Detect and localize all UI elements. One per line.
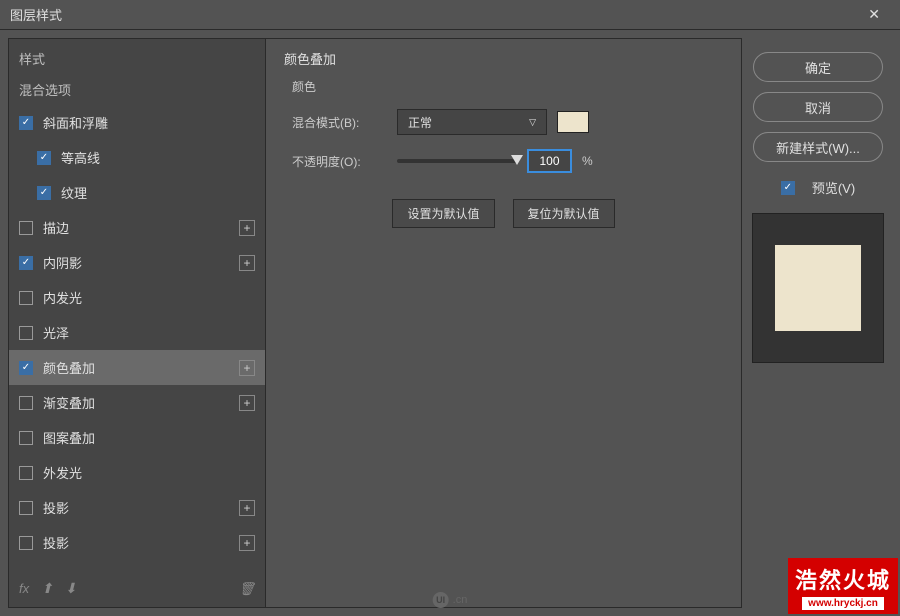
section-box: 颜色 混合模式(B): 正常 ▽ 不透明度(O): % 设置为默认值 复位为默认 <box>284 78 723 228</box>
styles-sidebar: 样式 混合选项 ✓ 斜面和浮雕 ✓ 等高线 ✓ 纹理描边 + ✓ 内阴影 + 内发光光泽 ✓ 颜色叠加 +… <box>8 38 266 608</box>
style-checkbox[interactable]: ✓ <box>37 151 51 165</box>
add-effect-icon[interactable]: + <box>239 360 255 376</box>
opacity-label: 不透明度(O): <box>292 153 387 170</box>
titlebar: 图层样式 ✕ <box>0 0 900 30</box>
style-item-label: 内阴影 <box>43 253 82 272</box>
watermark-title: 浩然火城 <box>795 563 891 595</box>
section-subtitle: 颜色 <box>292 78 715 95</box>
style-item[interactable]: ✓ 颜色叠加 + <box>9 350 265 385</box>
style-checkbox[interactable] <box>19 466 33 480</box>
style-item[interactable]: ✓ 等高线 <box>9 140 265 175</box>
style-item[interactable]: 图案叠加 <box>9 420 265 455</box>
style-item-label: 投影 <box>43 498 69 517</box>
add-effect-icon[interactable]: + <box>239 535 255 551</box>
style-item-label: 图案叠加 <box>43 428 95 447</box>
trash-icon[interactable]: 🗑 <box>238 581 255 597</box>
sidebar-heading-styles[interactable]: 样式 <box>9 39 265 74</box>
blend-mode-value: 正常 <box>408 114 432 131</box>
style-checkbox[interactable]: ✓ <box>19 256 33 270</box>
style-item[interactable]: 外发光 <box>9 455 265 490</box>
add-effect-icon[interactable]: + <box>239 500 255 516</box>
opacity-slider[interactable] <box>397 159 517 163</box>
opacity-row: 不透明度(O): % <box>292 149 715 173</box>
slider-thumb-icon[interactable] <box>511 155 523 165</box>
style-item-label: 斜面和浮雕 <box>43 113 108 132</box>
fx-label[interactable]: fx <box>19 581 29 596</box>
style-item-label: 描边 <box>43 218 69 237</box>
style-checkbox[interactable] <box>19 396 33 410</box>
preview-checkbox[interactable]: ✓ <box>781 181 795 195</box>
preview-label: 预览(V) <box>812 178 855 197</box>
preview-box <box>752 213 884 363</box>
style-item-label: 渐变叠加 <box>43 393 95 412</box>
color-swatch[interactable] <box>557 111 589 133</box>
style-checkbox[interactable] <box>19 221 33 235</box>
right-panel: 确定 取消 新建样式(W)... ✓ 预览(V) <box>742 38 894 608</box>
sidebar-footer: fx ⬆ ⬇ 🗑 <box>9 570 265 607</box>
style-checkbox[interactable] <box>19 291 33 305</box>
blend-mode-row: 混合模式(B): 正常 ▽ <box>292 109 715 135</box>
style-item-label: 颜色叠加 <box>43 358 95 377</box>
close-icon[interactable]: ✕ <box>858 2 890 27</box>
opacity-input[interactable] <box>527 149 572 173</box>
style-item[interactable]: 光泽 <box>9 315 265 350</box>
add-effect-icon[interactable]: + <box>239 220 255 236</box>
style-item-label: 内发光 <box>43 288 82 307</box>
move-up-icon[interactable]: ⬆ <box>41 580 53 597</box>
ui-logo-icon: UI <box>433 592 449 608</box>
watermark-url: www.hryckj.cn <box>802 597 884 610</box>
style-checkbox[interactable] <box>19 431 33 445</box>
style-checkbox[interactable]: ✓ <box>19 361 33 375</box>
add-effect-icon[interactable]: + <box>239 255 255 271</box>
reset-default-button[interactable]: 复位为默认值 <box>513 199 615 228</box>
style-item[interactable]: 投影 + <box>9 525 265 560</box>
blend-mode-label: 混合模式(B): <box>292 114 387 131</box>
preview-checkbox-row[interactable]: ✓ 预览(V) <box>781 178 855 197</box>
style-item[interactable]: ✓ 纹理 <box>9 175 265 210</box>
style-item-label: 等高线 <box>61 148 100 167</box>
blend-mode-dropdown[interactable]: 正常 ▽ <box>397 109 547 135</box>
ok-button[interactable]: 确定 <box>753 52 883 82</box>
add-effect-icon[interactable]: + <box>239 395 255 411</box>
style-item[interactable]: 描边 + <box>9 210 265 245</box>
style-item[interactable]: 内发光 <box>9 280 265 315</box>
style-checkbox[interactable]: ✓ <box>19 116 33 130</box>
ui-watermark: UI .cn <box>433 592 468 608</box>
main-panel: 颜色叠加 颜色 混合模式(B): 正常 ▽ 不透明度(O): % 设置为默 <box>266 38 742 608</box>
default-buttons-row: 设置为默认值 复位为默认值 <box>292 199 715 228</box>
new-style-button[interactable]: 新建样式(W)... <box>753 132 883 162</box>
set-default-button[interactable]: 设置为默认值 <box>392 199 494 228</box>
style-item-label: 外发光 <box>43 463 82 482</box>
style-item-label: 光泽 <box>43 323 69 342</box>
percent-label: % <box>582 154 593 168</box>
preview-swatch <box>775 245 861 331</box>
style-item[interactable]: 投影 + <box>9 490 265 525</box>
ui-watermark-text: .cn <box>453 594 468 606</box>
style-item-label: 投影 <box>43 533 69 552</box>
sidebar-heading-blend[interactable]: 混合选项 <box>9 74 265 105</box>
style-item-label: 纹理 <box>61 183 87 202</box>
style-item[interactable]: ✓ 斜面和浮雕 <box>9 105 265 140</box>
style-checkbox[interactable] <box>19 536 33 550</box>
style-item[interactable]: 渐变叠加 + <box>9 385 265 420</box>
style-checkbox[interactable]: ✓ <box>37 186 51 200</box>
cancel-button[interactable]: 取消 <box>753 92 883 122</box>
style-item[interactable]: ✓ 内阴影 + <box>9 245 265 280</box>
style-checkbox[interactable] <box>19 326 33 340</box>
section-title: 颜色叠加 <box>284 49 723 68</box>
site-watermark: 浩然火城 www.hryckj.cn <box>788 558 898 614</box>
window-title: 图层样式 <box>10 5 62 24</box>
chevron-down-icon: ▽ <box>529 117 536 128</box>
style-checkbox[interactable] <box>19 501 33 515</box>
content: 样式 混合选项 ✓ 斜面和浮雕 ✓ 等高线 ✓ 纹理描边 + ✓ 内阴影 + 内发光光泽 ✓ 颜色叠加 +… <box>0 30 900 616</box>
move-down-icon[interactable]: ⬇ <box>65 580 77 597</box>
